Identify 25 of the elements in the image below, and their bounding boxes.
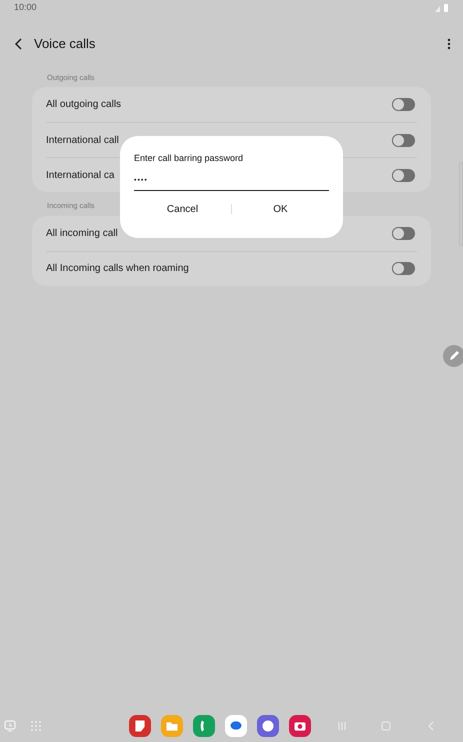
app-icon[interactable] [257, 715, 279, 737]
setting-label: All outgoing calls [46, 98, 122, 112]
toggle-switch[interactable] [392, 262, 415, 275]
toggle-switch[interactable] [392, 168, 415, 182]
setting-label: International ca [46, 168, 114, 183]
setting-row[interactable]: All incoming call [46, 216, 417, 250]
toggle-switch[interactable] [392, 98, 415, 112]
app-icon[interactable] [289, 715, 311, 737]
page-title: Voice calls [34, 35, 96, 54]
status-time: 10:00 [14, 1, 37, 14]
dialog-button[interactable]: Cancel [134, 202, 231, 216]
pen-icon[interactable] [443, 345, 463, 367]
setting-label: All incoming call [46, 226, 118, 240]
setting-row[interactable]: All Incoming calls when roaming [46, 250, 417, 286]
app-icon[interactable] [225, 715, 247, 737]
dialog-button[interactable]: OK [232, 202, 329, 216]
app-icon[interactable] [129, 715, 151, 737]
toggle-switch[interactable] [392, 134, 415, 147]
app-icon[interactable] [193, 715, 215, 737]
setting-row[interactable]: All outgoing calls [46, 87, 417, 122]
toggle-switch[interactable] [392, 226, 415, 240]
setting-label: All Incoming calls when roaming [46, 262, 189, 276]
setting-label: International call [46, 134, 119, 148]
status-icons [435, 4, 449, 12]
more-options-icon[interactable] [447, 38, 451, 50]
